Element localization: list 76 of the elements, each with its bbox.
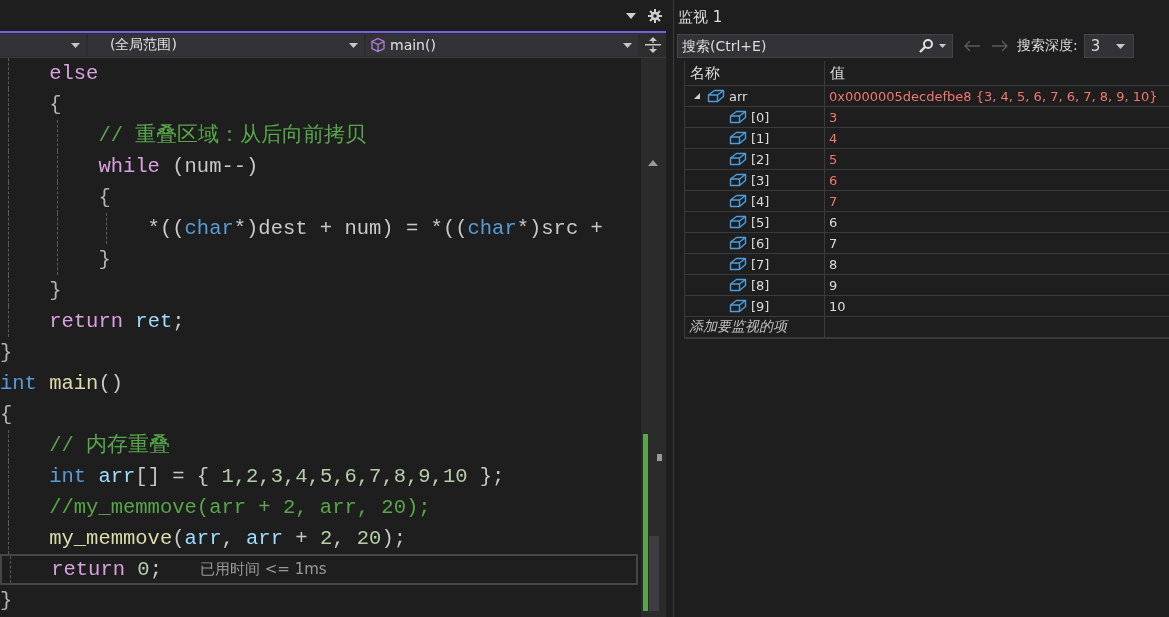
variable-icon xyxy=(729,298,747,314)
variable-value: 7 xyxy=(828,234,839,253)
code-line: int main() xyxy=(0,372,124,395)
code-line: // 内存重叠 xyxy=(48,434,171,457)
scroll-marker xyxy=(657,454,662,461)
code-line: } xyxy=(0,589,13,612)
variable-icon xyxy=(707,88,725,104)
variable-value: 7 xyxy=(828,192,839,211)
scroll-up-icon[interactable] xyxy=(648,160,658,166)
variable-icon xyxy=(729,214,747,230)
variable-icon xyxy=(729,172,747,188)
variable-value: 5 xyxy=(828,150,839,169)
code-line: else xyxy=(48,62,99,85)
caret-icon xyxy=(1115,43,1125,49)
add-watch-field[interactable]: 添加要监视的项 xyxy=(684,317,825,337)
variable-value: 6 xyxy=(828,171,839,190)
caret-icon xyxy=(623,42,632,48)
performance-tip[interactable]: 已用时间 <= 1ms xyxy=(199,556,327,583)
variable-name: [7] xyxy=(751,256,770,272)
variable-icon xyxy=(729,256,747,272)
split-icon[interactable] xyxy=(645,36,661,54)
dropdown-icon[interactable] xyxy=(626,12,636,19)
variable-name: [0] xyxy=(751,109,770,125)
variable-name: [3] xyxy=(751,172,770,188)
scrollbar[interactable] xyxy=(641,58,666,617)
expander-icon[interactable] xyxy=(693,92,701,100)
code-line: } xyxy=(97,248,111,271)
variable-value: 6 xyxy=(828,213,839,232)
cube-icon xyxy=(370,37,386,53)
variable-icon xyxy=(729,193,747,209)
code-line: my_memmove(arr, arr + 2, 20); xyxy=(48,527,406,550)
variable-value: 3 xyxy=(828,108,839,127)
variable-icon xyxy=(729,151,747,167)
variable-icon xyxy=(729,277,747,293)
code-line: int arr[] = { 1,2,3,4,5,6,7,8,9,10 }; xyxy=(48,465,505,488)
depth-label: 搜索深度: xyxy=(1017,37,1078,55)
variable-name: [5] xyxy=(751,214,770,230)
column-header[interactable]: 值 xyxy=(825,61,1169,85)
code-line: return ret; xyxy=(48,310,185,333)
scroll-thumb[interactable] xyxy=(649,536,659,611)
variable-name: arr xyxy=(729,88,748,104)
variable-name: [9] xyxy=(751,298,770,314)
search-icon[interactable] xyxy=(918,38,934,54)
search-field[interactable]: 搜索(Ctrl+E) xyxy=(677,34,953,58)
variable-name: [4] xyxy=(751,193,770,209)
settings-icon[interactable] xyxy=(648,8,662,23)
variable-name: [6] xyxy=(751,235,770,251)
depth-dropdown[interactable]: 3 xyxy=(1083,34,1134,58)
code-line: { xyxy=(0,403,13,426)
code-line: // 重叠区域：从后向前拷贝 xyxy=(97,124,367,147)
code-line: } xyxy=(48,279,62,302)
variable-icon xyxy=(729,109,747,125)
variable-value: 8 xyxy=(828,255,839,274)
variable-name: [1] xyxy=(751,130,770,146)
caret-icon xyxy=(349,42,358,48)
variable-value: 10 xyxy=(828,297,847,316)
scope-dropdown[interactable]: (全局范围) xyxy=(88,34,364,56)
variable-name: [8] xyxy=(751,277,770,293)
code-line: *((char*)dest + num) = *((char*)src + xyxy=(146,217,603,240)
variable-name: [2] xyxy=(751,151,770,167)
variable-icon xyxy=(729,235,747,251)
code-line: while (num--) xyxy=(97,155,259,178)
code-line: } xyxy=(0,341,13,364)
variable-icon xyxy=(729,130,747,146)
column-header[interactable]: 名称 xyxy=(684,61,825,85)
code-line: return 0; xyxy=(50,557,162,583)
variable-value: 4 xyxy=(828,129,839,148)
variable-value: 9 xyxy=(828,276,839,295)
code-line: { xyxy=(48,93,62,116)
code-line: //my_memmove(arr + 2, arr, 20); xyxy=(48,496,431,519)
panel-title: 监视 1 xyxy=(677,7,724,28)
caret-icon xyxy=(71,42,80,48)
variable-value: 0x0000005decdefbe8 {3, 4, 5, 6, 7, 6, 7, 8, 9, 10} xyxy=(828,87,1159,106)
code-line: { xyxy=(97,186,111,209)
member-dropdown[interactable]: main() xyxy=(366,34,638,56)
caret-icon[interactable] xyxy=(939,44,946,48)
